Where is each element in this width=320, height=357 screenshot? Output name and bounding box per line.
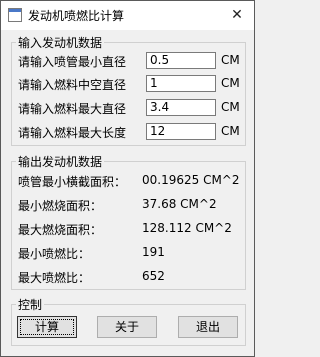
nozzle-min-area-value: 00.19625 CM^2 — [142, 173, 240, 187]
close-icon[interactable]: ✕ — [227, 5, 247, 25]
label-fuel-max-diameter: 请输入燃料最大直径 — [18, 102, 127, 116]
fuel-max-diameter-input[interactable]: 3.4 — [146, 99, 216, 116]
label-min-ratio: 最小喷燃比： — [18, 247, 91, 261]
output-group-legend: 输出发动机数据 — [18, 155, 103, 169]
input-group-legend: 输入发动机数据 — [18, 36, 103, 50]
control-group-legend: 控制 — [18, 298, 43, 312]
label-min-burn-area: 最小燃烧面积： — [18, 199, 103, 213]
label-nozzle-min-area: 喷管最小横截面积： — [18, 175, 127, 189]
label-fuel-max-length: 请输入燃料最大长度 — [18, 126, 127, 140]
unit-label: CM — [221, 100, 240, 114]
label-nozzle-min-diameter: 请输入喷管最小直径 — [18, 55, 127, 69]
fuel-core-diameter-input[interactable]: 1 — [146, 75, 216, 92]
nozzle-min-diameter-input[interactable]: 0.5 — [146, 52, 216, 69]
app-window-icon — [8, 8, 22, 22]
min-burn-area-value: 37.68 CM^2 — [142, 197, 217, 211]
max-ratio-value: 652 — [142, 269, 165, 283]
unit-label: CM — [221, 124, 240, 138]
label-max-ratio: 最大喷燃比： — [18, 271, 91, 285]
unit-label: CM — [221, 53, 240, 67]
app-window: 发动机喷燃比计算 ✕ 输入发动机数据 请输入喷管最小直径 0.5 CM 请输入燃… — [0, 0, 255, 357]
min-ratio-value: 191 — [142, 245, 165, 259]
max-burn-area-value: 128.112 CM^2 — [142, 221, 232, 235]
label-max-burn-area: 最大燃烧面积： — [18, 223, 103, 237]
about-button[interactable]: 关于 — [97, 316, 157, 338]
label-fuel-core-diameter: 请输入燃料中空直径 — [18, 78, 127, 92]
unit-label: CM — [221, 76, 240, 90]
window-title: 发动机喷燃比计算 — [28, 9, 125, 23]
fuel-max-length-input[interactable]: 12 — [146, 123, 216, 140]
title-bar[interactable]: 发动机喷燃比计算 ✕ — [1, 1, 254, 30]
calculate-button[interactable]: 计算 — [17, 316, 77, 338]
exit-button[interactable]: 退出 — [178, 316, 238, 338]
